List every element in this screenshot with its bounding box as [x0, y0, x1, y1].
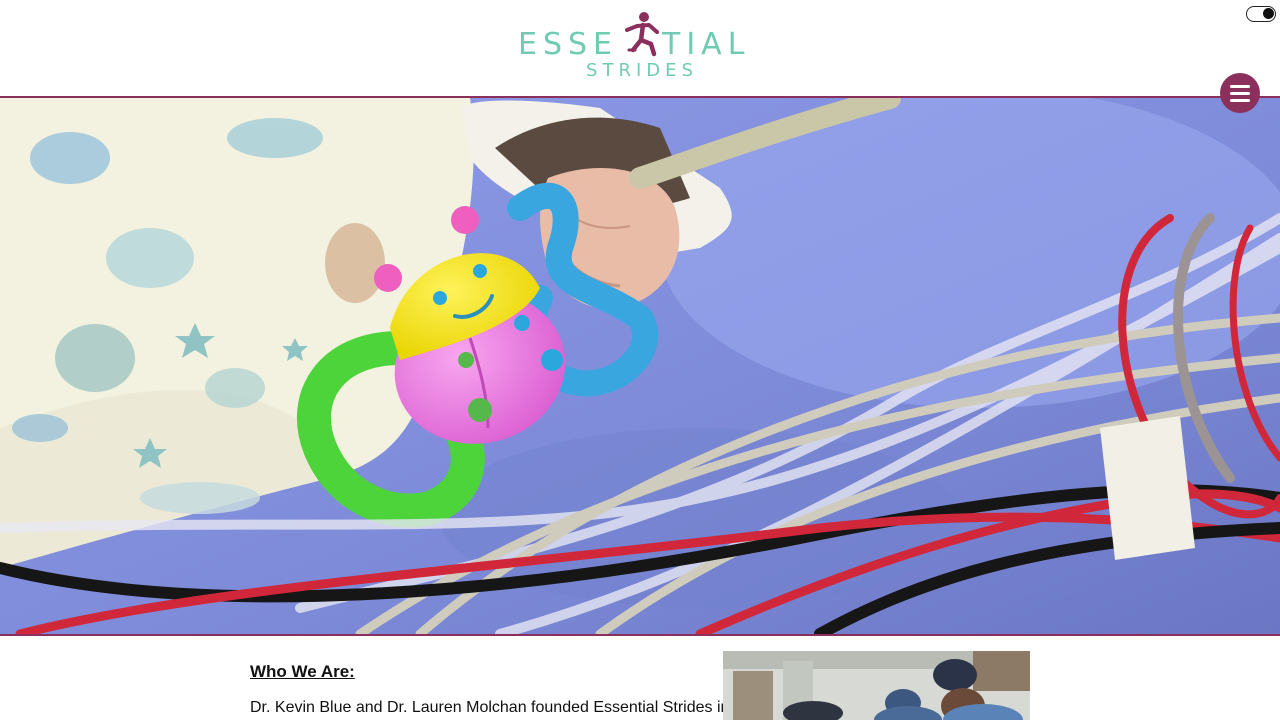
about-paragraph: Dr. Kevin Blue and Dr. Lauren Molchan fo… — [250, 699, 730, 716]
site-header: ESSE TIAL STRIDES — [0, 0, 1280, 96]
logo-text-end: TIAL — [662, 27, 751, 62]
theme-toggle[interactable] — [1246, 6, 1276, 22]
surgery-team-photo — [723, 651, 1030, 720]
hamburger-icon — [1230, 85, 1250, 88]
hero-image — [0, 96, 1280, 636]
menu-button[interactable] — [1220, 73, 1260, 113]
toggle-icon — [1263, 8, 1274, 19]
section-heading: Who We Are: — [250, 662, 355, 681]
hamburger-icon-bar — [1230, 99, 1250, 102]
logo-text-start: ESSE — [518, 27, 618, 62]
hero-illustration — [0, 98, 1280, 634]
logo-wordmark-bottom: STRIDES — [586, 60, 698, 81]
essential-strides-logo[interactable]: ESSE TIAL STRIDES — [518, 10, 762, 84]
surgery-illustration — [723, 651, 1030, 720]
runner-icon — [625, 12, 659, 57]
hamburger-icon-bar — [1230, 92, 1250, 95]
